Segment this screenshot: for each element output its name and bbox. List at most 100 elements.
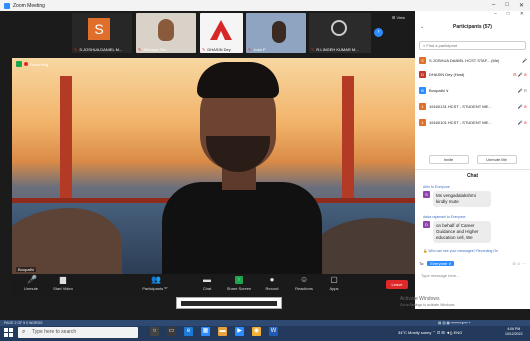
minimize-button[interactable]: –	[494, 11, 497, 17]
muted-mic-icon: ⊟ 🎤 ⊘	[513, 71, 527, 77]
thumb-name: R.LINGEH KUMAR M...	[316, 47, 359, 52]
maximize-button[interactable]: □	[505, 2, 509, 9]
participant-face	[272, 21, 286, 43]
muted-mic-icon: ✎	[74, 47, 78, 52]
participant-thumb[interactable]: ✎ R.LINGEH KUMAR M...	[309, 13, 371, 53]
participant-row[interactable]: 1 19160131 HCST - STUDENT ME... 🎤 ⊘	[419, 101, 527, 111]
system-tray[interactable]: 34°C Mostly sunny ⌃ ⊡ ⊞ ◄)) ENG	[398, 330, 462, 335]
chat-label: Chat	[202, 286, 212, 291]
next-page-button[interactable]: ›	[374, 28, 383, 37]
speaker-person	[162, 58, 322, 274]
video-camera-icon: ▆	[59, 275, 67, 284]
record-button[interactable]: ● Record	[255, 275, 289, 292]
speaker-name-tag: Boopathi	[16, 267, 36, 272]
store-icon[interactable]: ▦	[201, 327, 210, 336]
chat-tools-icon[interactable]: ⊙ ☺ ···	[512, 261, 526, 266]
record-dot-icon	[24, 62, 28, 66]
avatar: S	[419, 56, 426, 64]
unmute-button[interactable]: 🎤 Unmute	[14, 275, 48, 292]
share-screen-button[interactable]: ↑ Share Screen	[222, 276, 256, 291]
meeting-toolbar: 🎤 Unmute ▆ Start Video 👥 Participants 57…	[12, 274, 415, 296]
activate-windows-watermark: Activate Windows Go to Settings to activ…	[400, 296, 528, 308]
chat-message: S Ms vengadalakshmi kindly mute	[423, 191, 491, 207]
bridge-tower	[342, 76, 354, 206]
word-icon[interactable]: W	[269, 327, 278, 336]
chat-message: D on behalf of Career Guidance and Highe…	[423, 221, 491, 243]
invite-button[interactable]: Invite	[428, 155, 469, 164]
windows-start-icon[interactable]	[4, 328, 13, 337]
participant-thumb[interactable]: ✎ DHASIN Dey	[200, 13, 243, 53]
message-sender: Arlin to Everyone	[423, 185, 450, 189]
avatar: 1	[419, 118, 426, 126]
participant-name: 19160131 HCST - STUDENT ME...	[429, 103, 492, 109]
task-view-icon[interactable]: ○	[150, 327, 159, 336]
chat-input[interactable]: Type message here...	[421, 273, 459, 278]
muted-mic-icon: 🎤 ⊘	[517, 103, 527, 109]
chat-button[interactable]: ▬ Chat	[190, 276, 224, 292]
maximize-button[interactable]: □	[507, 11, 510, 17]
participant-thumb[interactable]: ✎ Shreeya Sen	[136, 13, 196, 53]
chat-recipient-row: To: Everyone ∨ ⊙ ☺ ···	[419, 261, 526, 266]
reactions-label: Reactions	[295, 286, 313, 291]
view-button[interactable]: ⊞ View	[392, 15, 405, 20]
close-button[interactable]: ✕	[520, 11, 524, 17]
reactions-button[interactable]: ☺ Reactions	[287, 276, 321, 292]
participants-button[interactable]: 👥 Participants 57	[138, 275, 172, 292]
zoom-app-icon[interactable]: ▶	[235, 327, 244, 336]
panel-controls: – □ ✕	[415, 11, 530, 17]
chrome-icon[interactable]: ◉	[252, 327, 261, 336]
view-zoom-controls[interactable]: ▤ ▥ ▦ ━━━━━●━━ +	[438, 320, 471, 326]
share-screen-label: Share Screen	[226, 286, 252, 291]
participant-row[interactable]: S S.JOSHUA DANIEL HCST STAF... (Me) 🎤	[419, 55, 527, 65]
close-button[interactable]: ✕	[519, 2, 524, 9]
activate-sub: Go to Settings to activate Windows.	[400, 303, 456, 307]
minimize-button[interactable]: –	[492, 2, 495, 9]
start-video-button[interactable]: ▆ Start Video	[46, 275, 80, 292]
participant-thumb[interactable]: S ✎ S.JOSHUA DANIEL M...	[72, 13, 132, 53]
speaker-shirt	[162, 182, 322, 274]
start-video-label: Start Video	[53, 286, 73, 291]
message-text: on behalf of Career Guidance and Higher …	[433, 221, 491, 243]
participant-face	[158, 19, 174, 41]
taskbar-clock[interactable]: 4:06 PM 10/12/2022	[505, 327, 523, 337]
participant-name: S.JOSHUA DANIEL HCST STAF... (Me)	[429, 57, 500, 63]
apps-icon: ▢	[330, 275, 338, 284]
taskbar-search-input[interactable]: ⌕ Type here to search	[18, 327, 138, 338]
screen-share-preview	[176, 297, 282, 309]
file-explorer-icon[interactable]: ▬	[218, 327, 227, 336]
muted-mic-icon: 🎤	[522, 57, 527, 63]
edge-icon[interactable]: e	[184, 327, 193, 336]
unmute-label: Unmute	[23, 286, 38, 291]
participants-title: Participants (57)	[453, 24, 492, 30]
document-status-bar: PAGE 2 OF 5 0 WORDS ▤ ▥ ▦ ━━━━━●━━ +	[0, 320, 530, 326]
participant-thumb[interactable]: ✎ Josh P	[246, 13, 306, 53]
window-controls: – □ ✕	[492, 2, 530, 9]
apps-label: Apps	[329, 286, 339, 291]
participant-row[interactable]: 1 19160101 HCST - STUDENT ME... 🎤 ⊘	[419, 117, 527, 127]
film-reel-icon	[331, 20, 347, 36]
chat-visibility-hint[interactable]: 🔒 Who can see your messages? Recording O…	[423, 249, 498, 253]
participant-search-input[interactable]: ⌕ Find a participant	[419, 41, 526, 50]
participant-row[interactable]: D DHASIN Dey (Host) ⊟ 🎤 ⊘	[419, 69, 527, 79]
unmute-me-button[interactable]: Unmute Me	[476, 155, 517, 164]
mic-icon: 🎤	[27, 275, 37, 284]
participants-icon: 👥	[151, 275, 161, 284]
apps-button[interactable]: ▢ Apps	[317, 275, 351, 292]
leave-button[interactable]: Leave	[386, 280, 408, 289]
participants-label: Participants	[142, 286, 164, 291]
speaker-beard	[206, 136, 270, 172]
thumb-name: Josh P	[253, 47, 266, 52]
participant-row[interactable]: B Boopathi ∨ 🎤 ⊟	[419, 85, 527, 95]
muted-mic-icon: ✎	[311, 47, 315, 52]
recipient-select[interactable]: Everyone ∨	[427, 261, 455, 266]
thumbnail-strip: S ✎ S.JOSHUA DANIEL M... ✎ Shreeya Sen ✎ DH…	[0, 11, 415, 57]
clock-date: 10/12/2022	[505, 332, 523, 336]
page-word-count: PAGE 2 OF 5 0 WORDS	[4, 321, 43, 325]
taskbar-app-icon[interactable]: ▭	[167, 327, 176, 336]
record-icon: ●	[269, 275, 275, 284]
avatar: D	[423, 221, 430, 228]
thumb-name: DHASIN Dey	[207, 47, 231, 52]
search-placeholder: Find a participant	[426, 43, 458, 48]
college-logo-icon	[210, 20, 232, 40]
avatar: S	[423, 191, 430, 198]
